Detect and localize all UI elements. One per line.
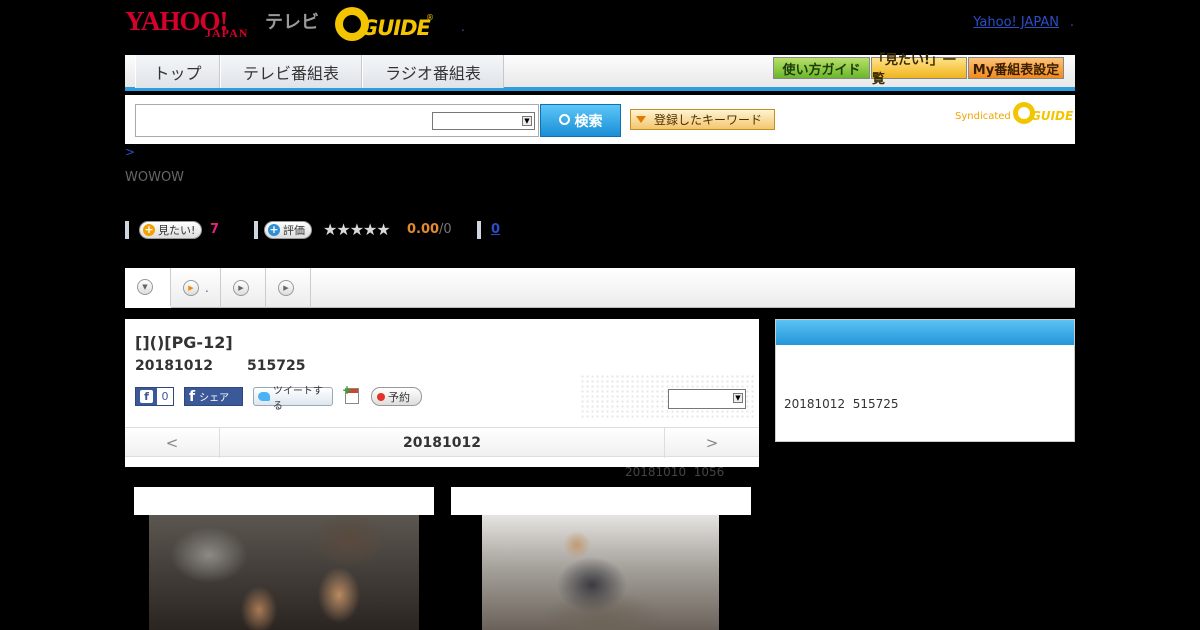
- record-dot-icon: [377, 392, 385, 401]
- tweet-label: ツイートする: [272, 385, 323, 412]
- program-option-select[interactable]: ▼: [668, 389, 746, 409]
- header-dot: .: [461, 20, 465, 34]
- program-title: []()[PG-12]: [135, 333, 233, 352]
- tab-program-detail[interactable]: ▼: [125, 268, 171, 308]
- header-dot-right: .: [1069, 15, 1074, 30]
- registered-keywords-button[interactable]: 登録したキーワード: [630, 109, 775, 130]
- gguide-logo-text: GUIDE: [361, 16, 431, 40]
- previous-day-button[interactable]: <: [125, 428, 220, 458]
- rate-button[interactable]: + 評価: [264, 221, 312, 239]
- rating-score: 0.00: [407, 222, 440, 237]
- breadcrumb[interactable]: >: [125, 145, 135, 159]
- search-category-select[interactable]: ▼: [432, 112, 535, 130]
- scene-photo-1[interactable]: [134, 487, 434, 630]
- scene-image: [149, 515, 419, 630]
- date-navigation: < 20181012 >: [125, 427, 759, 458]
- syndicated-label: Syndicated: [955, 111, 1011, 122]
- last-updated: 20181010 1056: [625, 465, 725, 479]
- gguide-reg-mark: ®: [426, 13, 434, 22]
- program-stats: + 見たい! 7 + 評価 ★★★★★ 0.00 /0 0: [125, 219, 525, 243]
- facebook-icon: f: [140, 390, 153, 403]
- play-icon: ▶: [278, 280, 294, 296]
- program-card: []()[PG-12] 20181012 515725 f 0 f シェア ツイ…: [125, 319, 759, 467]
- my-schedule-settings-button[interactable]: My番組表設定: [968, 57, 1064, 79]
- yahoo-japan-logo-text: JAPAN: [205, 26, 249, 40]
- page-wrapper: YAHOO! JAPAN テレビ GUIDE ® . Yahoo! JAPAN …: [125, 0, 1075, 630]
- program-airtime: 20181012 515725: [135, 358, 306, 374]
- reserve-button[interactable]: 予約: [371, 387, 422, 406]
- gguide-logo[interactable]: GUIDE ®: [335, 7, 434, 41]
- photo-caption-bar: [134, 487, 434, 515]
- facebook-icon: f: [189, 388, 196, 405]
- side-panel-header: [776, 320, 1074, 345]
- twitter-bird-icon: [258, 392, 270, 401]
- current-date: 20181012: [403, 435, 481, 451]
- reserve-label: 予約: [388, 390, 410, 404]
- search-icon: [558, 114, 570, 125]
- side-panel-airtime: 20181012 515725: [784, 397, 899, 411]
- tab-item-2[interactable]: ▶ .: [171, 268, 221, 308]
- want-to-watch-list-button[interactable]: 「見たい!」一覧: [871, 53, 967, 87]
- syndicated-gguide-logo: GUIDE: [1013, 102, 1073, 126]
- stats-divider: [477, 221, 481, 239]
- want-to-watch-button[interactable]: + 見たい!: [139, 221, 203, 239]
- search-button-label: 検索: [574, 113, 603, 130]
- syndicated-logo-text: GUIDE: [1031, 109, 1074, 123]
- yahoo-japan-link[interactable]: Yahoo! JAPAN: [973, 15, 1059, 30]
- want-to-watch-count: 7: [210, 222, 220, 237]
- nav-tab-radio-schedule[interactable]: ラジオ番組表: [362, 55, 504, 88]
- rate-label: 評価: [283, 224, 305, 237]
- main-nav: トップ テレビ番組表 ラジオ番組表 使い方ガイド 「見たい!」一覧 My番組表設…: [125, 53, 1075, 91]
- program-tabbar: ▼ ▶ . ▶ ▶: [125, 268, 1075, 308]
- search-bar: ▼ 検索 登録したキーワード Syndicated GUIDE: [125, 95, 1075, 144]
- side-panel: 20181012 515725: [775, 319, 1075, 442]
- photo-caption-bar: [451, 487, 751, 515]
- chevron-down-icon: ▼: [522, 116, 532, 126]
- tab-item-4[interactable]: ▶: [266, 268, 311, 308]
- registered-keywords-label: 登録したキーワード: [654, 113, 763, 127]
- site-header: YAHOO! JAPAN テレビ GUIDE ® . Yahoo! JAPAN …: [125, 0, 1075, 52]
- triangle-down-icon: [636, 116, 646, 123]
- facebook-share-button[interactable]: f シェア: [184, 387, 243, 406]
- chevron-down-icon: ▼: [733, 393, 743, 403]
- comment-count-link[interactable]: 0: [491, 222, 500, 237]
- scene-photo-2[interactable]: [451, 487, 751, 630]
- plus-icon: +: [143, 223, 155, 236]
- scene-image: [482, 515, 719, 630]
- tab-item-3[interactable]: ▶: [221, 268, 266, 308]
- facebook-like-button[interactable]: f 0: [135, 387, 174, 406]
- add-calendar-icon[interactable]: [342, 383, 359, 404]
- nav-tab-top[interactable]: トップ: [135, 55, 220, 88]
- tweet-button[interactable]: ツイートする: [253, 386, 333, 412]
- play-icon: ▶: [183, 280, 199, 296]
- plus-icon: +: [268, 223, 280, 236]
- stats-divider: [254, 221, 258, 239]
- nav-tab-tv-schedule[interactable]: テレビ番組表: [220, 55, 362, 88]
- search-button[interactable]: 検索: [540, 104, 621, 137]
- want-to-watch-label: 見たい!: [158, 224, 196, 237]
- facebook-share-label: シェア: [199, 393, 230, 404]
- facebook-like-count: 0: [157, 388, 173, 405]
- play-icon: ▶: [233, 280, 249, 296]
- stats-divider: [125, 221, 129, 239]
- usage-guide-button[interactable]: 使い方ガイド: [773, 57, 870, 79]
- next-day-button[interactable]: >: [664, 428, 759, 458]
- channel-name: WOWOW: [125, 170, 185, 185]
- rating-stars: ★★★★★: [323, 220, 391, 239]
- chevron-down-icon: ▼: [137, 278, 153, 295]
- tv-logo[interactable]: テレビ: [265, 8, 319, 34]
- tab-label: .: [205, 281, 209, 295]
- rating-count: /0: [439, 222, 452, 237]
